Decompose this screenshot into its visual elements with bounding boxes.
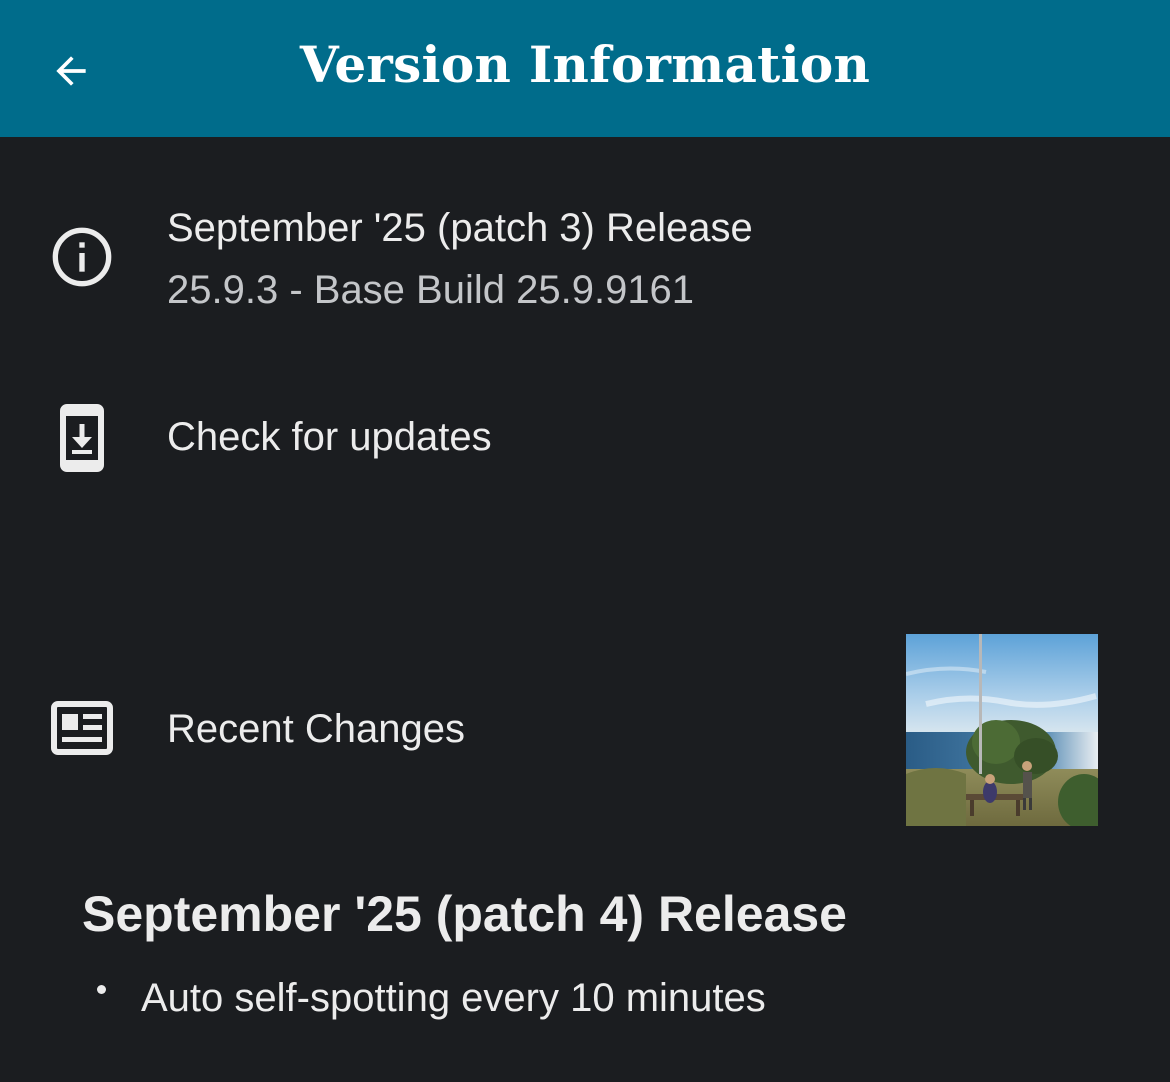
version-text: September '25 (patch 3) Release 25.9.3 -…	[167, 203, 753, 315]
bullet-icon	[97, 985, 106, 994]
check-updates-label: Check for updates	[167, 415, 492, 459]
check-updates-text: Check for updates	[167, 412, 492, 462]
list-item: Auto self-spotting every 10 minutes	[95, 972, 766, 1024]
info-icon	[50, 225, 114, 289]
release-notes-title: September '25 (patch 4) Release	[82, 886, 847, 942]
version-info-screen: Version Information September '25 (patch…	[0, 0, 1170, 1082]
phone-download-icon	[50, 403, 114, 473]
version-title: September '25 (patch 3) Release	[167, 206, 753, 250]
article-icon	[50, 698, 114, 758]
check-updates-row[interactable]: Check for updates	[0, 395, 1170, 485]
app-bar: Version Information	[0, 0, 1170, 137]
list-item-text: Auto self-spotting every 10 minutes	[141, 976, 766, 1020]
version-row[interactable]: September '25 (patch 3) Release 25.9.3 -…	[0, 195, 1170, 335]
release-notes-list: Auto self-spotting every 10 minutes	[95, 972, 766, 1024]
page-title: Version Information	[299, 35, 871, 94]
version-subtitle: 25.9.3 - Base Build 25.9.9161	[167, 268, 695, 312]
recent-changes-label: Recent Changes	[167, 707, 465, 751]
recent-changes-text: Recent Changes	[167, 704, 465, 754]
coastal-photo-thumbnail	[906, 634, 1098, 826]
